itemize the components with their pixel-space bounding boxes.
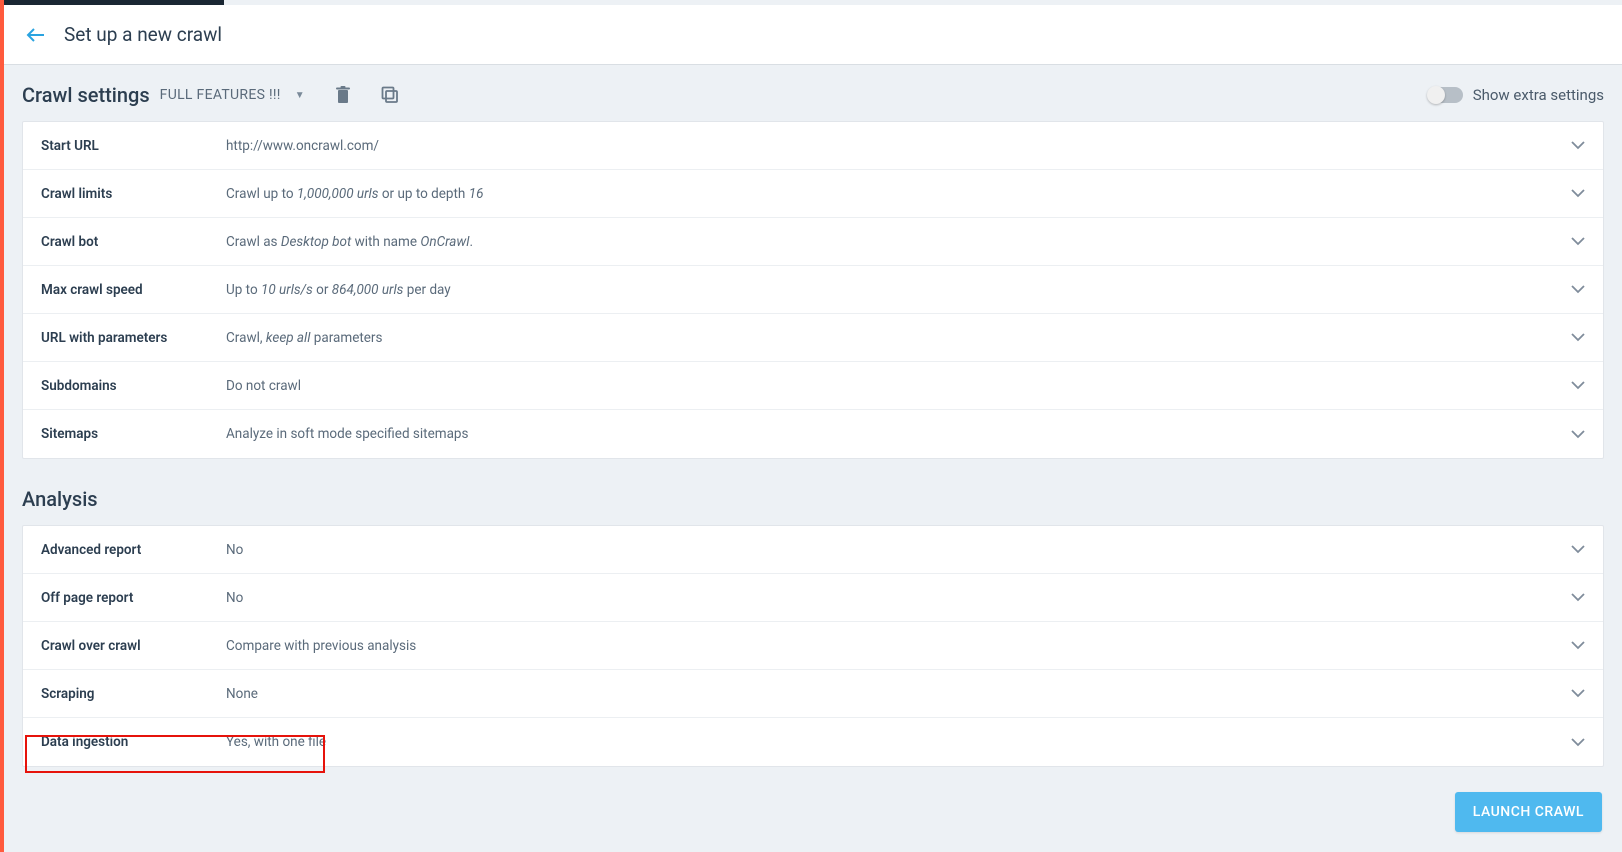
crawl-setting-row-value: Up to 10 urls/s or 864,000 urls per day: [226, 282, 1571, 298]
crawl-setting-row[interactable]: Max crawl speedUp to 10 urls/s or 864,00…: [23, 266, 1603, 314]
analysis-setting-row-value: Compare with previous analysis: [226, 638, 1571, 654]
chevron-down-icon[interactable]: ▼: [295, 90, 305, 101]
analysis-setting-row-value: No: [226, 542, 1571, 558]
toolbar: Crawl settings FULL FEATURES !!! ▼ Show …: [22, 83, 1604, 107]
analysis-setting-row[interactable]: Off page reportNo: [23, 574, 1603, 622]
chevron-down-icon: [1571, 285, 1585, 294]
crawl-setting-row[interactable]: Crawl botCrawl as Desktop bot with name …: [23, 218, 1603, 266]
chevron-down-icon: [1571, 333, 1585, 342]
crawl-setting-row[interactable]: SubdomainsDo not crawl: [23, 362, 1603, 410]
page-title: Set up a new crawl: [64, 23, 222, 46]
page-header: Set up a new crawl: [4, 5, 1622, 65]
crawl-setting-row-value: Crawl as Desktop bot with name OnCrawl.: [226, 234, 1571, 250]
left-accent-bar: [0, 0, 4, 852]
launch-crawl-button[interactable]: LAUNCH CRAWL: [1455, 792, 1602, 832]
crawl-setting-row-value: Crawl up to 1,000,000 urls or up to dept…: [226, 186, 1571, 202]
back-arrow-icon[interactable]: [26, 28, 46, 42]
analysis-setting-row-label: Crawl over crawl: [41, 638, 226, 654]
crawl-setting-row[interactable]: URL with parametersCrawl, keep all param…: [23, 314, 1603, 362]
analysis-setting-row-label: Advanced report: [41, 542, 226, 558]
crawl-setting-row-value: http://www.oncrawl.com/: [226, 138, 1571, 154]
crawl-setting-row-label: Subdomains: [41, 378, 226, 394]
chevron-down-icon: [1571, 141, 1585, 150]
toggle-thumb: [1427, 86, 1445, 104]
chevron-down-icon: [1571, 641, 1585, 650]
analysis-panel: Advanced reportNoOff page reportNoCrawl …: [22, 525, 1604, 767]
analysis-setting-row[interactable]: Data ingestionYes, with one file: [23, 718, 1603, 766]
analysis-setting-row[interactable]: Crawl over crawlCompare with previous an…: [23, 622, 1603, 670]
chevron-down-icon: [1571, 738, 1585, 747]
chevron-down-icon: [1571, 545, 1585, 554]
crawl-setting-row-label: Max crawl speed: [41, 282, 226, 298]
analysis-setting-row-value: Yes, with one file: [226, 734, 1571, 750]
analysis-setting-row-value: None: [226, 686, 1571, 702]
crawl-setting-row-label: Start URL: [41, 138, 226, 154]
crawl-setting-row-label: Crawl bot: [41, 234, 226, 250]
crawl-setting-row[interactable]: Crawl limitsCrawl up to 1,000,000 urls o…: [23, 170, 1603, 218]
crawl-settings-panel: Start URLhttp://www.oncrawl.com/Crawl li…: [22, 121, 1604, 459]
extra-settings-label: Show extra settings: [1473, 86, 1604, 104]
chevron-down-icon: [1571, 237, 1585, 246]
chevron-down-icon: [1571, 189, 1585, 198]
profile-dropdown-label[interactable]: FULL FEATURES !!!: [160, 87, 281, 103]
analysis-setting-row-label: Data ingestion: [41, 734, 226, 750]
crawl-setting-row[interactable]: SitemapsAnalyze in soft mode specified s…: [23, 410, 1603, 458]
chevron-down-icon: [1571, 430, 1585, 439]
trash-icon[interactable]: [335, 86, 351, 104]
crawl-setting-row-value: Do not crawl: [226, 378, 1571, 394]
analysis-section-title: Analysis: [22, 487, 1604, 511]
chevron-down-icon: [1571, 381, 1585, 390]
chevron-down-icon: [1571, 689, 1585, 698]
crawl-setting-row-value: Crawl, keep all parameters: [226, 330, 1571, 346]
analysis-setting-row[interactable]: ScrapingNone: [23, 670, 1603, 718]
analysis-setting-row[interactable]: Advanced reportNo: [23, 526, 1603, 574]
crawl-setting-row-label: Crawl limits: [41, 186, 226, 202]
crawl-setting-row-label: URL with parameters: [41, 330, 226, 346]
crawl-setting-row-label: Sitemaps: [41, 426, 226, 442]
analysis-setting-row-label: Scraping: [41, 686, 226, 702]
analysis-setting-row-value: No: [226, 590, 1571, 606]
analysis-setting-row-label: Off page report: [41, 590, 226, 606]
crawl-settings-title: Crawl settings: [22, 83, 150, 107]
copy-icon[interactable]: [381, 86, 399, 104]
chevron-down-icon: [1571, 593, 1585, 602]
extra-settings-toggle[interactable]: [1429, 87, 1463, 103]
crawl-setting-row[interactable]: Start URLhttp://www.oncrawl.com/: [23, 122, 1603, 170]
crawl-setting-row-value: Analyze in soft mode specified sitemaps: [226, 426, 1571, 442]
